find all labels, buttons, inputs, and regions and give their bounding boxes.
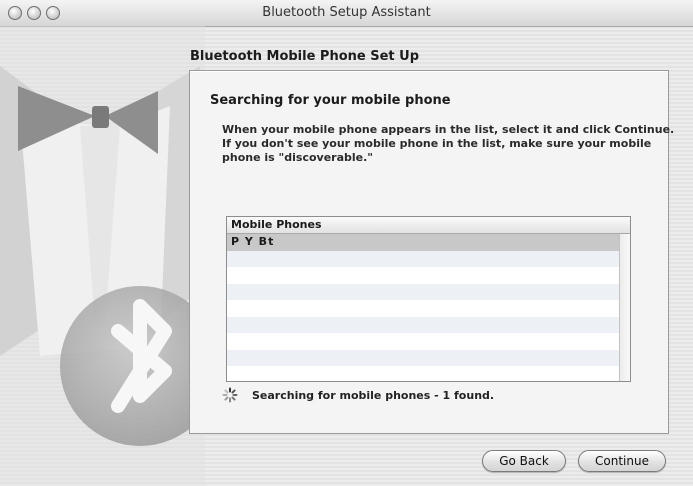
list-column-header[interactable]: Mobile Phones bbox=[227, 217, 630, 234]
page-heading: Bluetooth Mobile Phone Set Up bbox=[190, 49, 420, 64]
setup-assistant-window: Bluetooth Setup Assistant Bluetooth Mobi bbox=[0, 0, 693, 486]
instruction-line: phone is "discoverable." bbox=[222, 151, 374, 164]
empty-row bbox=[227, 283, 619, 300]
mobile-phones-list[interactable]: Mobile Phones P Y Bt bbox=[226, 216, 631, 382]
list-item[interactable]: P Y Bt bbox=[227, 234, 619, 251]
continue-button[interactable]: Continue bbox=[578, 450, 666, 472]
empty-row bbox=[227, 333, 619, 350]
bluetooth-logo-icon bbox=[0, 26, 205, 486]
progress-spinner-icon bbox=[222, 387, 238, 403]
search-panel: Searching for your mobile phone When you… bbox=[189, 70, 675, 434]
title-bar: Bluetooth Setup Assistant bbox=[0, 0, 693, 27]
empty-row bbox=[227, 316, 619, 333]
status-text: Searching for mobile phones - 1 found. bbox=[252, 389, 495, 402]
go-back-button[interactable]: Go Back bbox=[482, 450, 566, 472]
empty-row bbox=[227, 349, 619, 366]
instruction-line: If you don't see your mobile phone in th… bbox=[222, 137, 652, 150]
empty-row bbox=[227, 250, 619, 267]
empty-row bbox=[227, 300, 619, 317]
panel-subtitle: Searching for your mobile phone bbox=[210, 93, 451, 108]
list-rows: P Y Bt bbox=[227, 234, 619, 381]
empty-row bbox=[227, 267, 619, 284]
list-scrollbar[interactable] bbox=[619, 234, 630, 381]
instruction-line: When your mobile phone appears in the li… bbox=[222, 123, 675, 136]
instructions-text: When your mobile phone appears in the li… bbox=[222, 123, 675, 165]
window-title: Bluetooth Setup Assistant bbox=[262, 5, 431, 20]
